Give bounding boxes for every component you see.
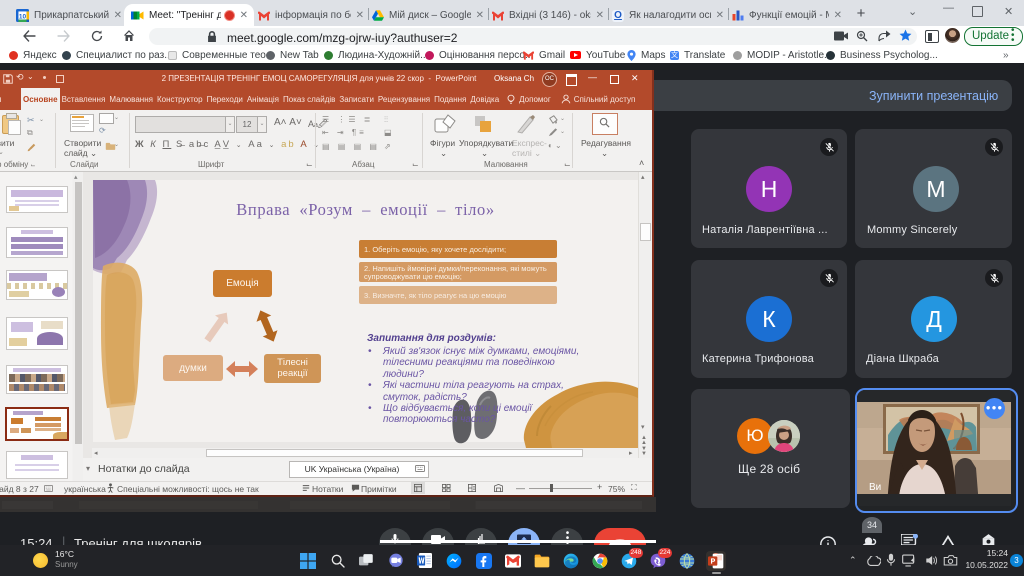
svg-text:10: 10 <box>19 13 27 20</box>
